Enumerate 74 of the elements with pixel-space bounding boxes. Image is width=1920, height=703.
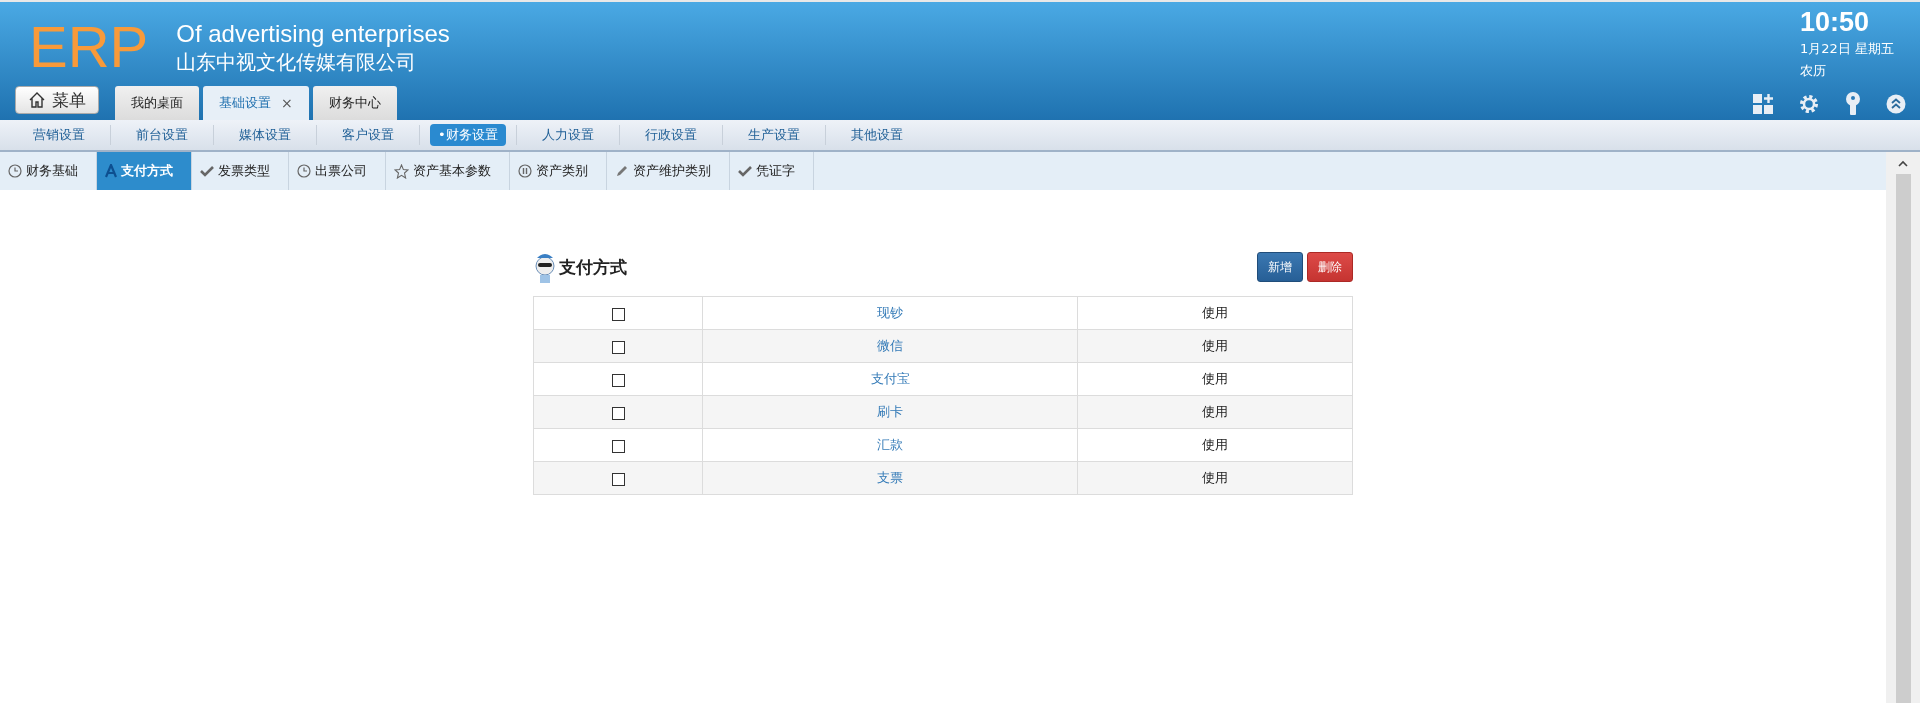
- home-icon: [28, 91, 46, 109]
- sub-nav-tab[interactable]: 支付方式: [97, 152, 192, 190]
- nav-item[interactable]: 生产设置: [734, 124, 813, 146]
- row-checkbox[interactable]: [611, 472, 625, 486]
- payment-name-link[interactable]: 支付宝: [870, 371, 910, 386]
- key-icon[interactable]: [1844, 92, 1862, 116]
- sub-nav-label: 资产维护类别: [633, 162, 711, 180]
- nav-item[interactable]: 行政设置: [631, 124, 710, 146]
- payment-name-link[interactable]: 汇款: [877, 437, 903, 452]
- sub-nav-label: 支付方式: [121, 162, 173, 180]
- page-tab[interactable]: 我的桌面: [115, 86, 199, 120]
- sub-nav-label: 财务基础: [26, 162, 78, 180]
- row-checkbox[interactable]: [611, 439, 625, 453]
- nav-item[interactable]: 前台设置: [123, 124, 201, 146]
- sub-nav-label: 出票公司: [315, 162, 367, 180]
- status-text: 使用: [1202, 371, 1228, 386]
- nav-item[interactable]: 人力设置: [528, 124, 607, 146]
- scrollbar[interactable]: [1886, 152, 1920, 703]
- payment-name-link[interactable]: 支票: [877, 470, 903, 485]
- tab-label: 我的桌面: [131, 94, 183, 112]
- payment-name-link[interactable]: 现钞: [877, 305, 903, 320]
- status-text: 使用: [1202, 470, 1228, 485]
- status-text: 使用: [1202, 338, 1228, 353]
- collapse-icon[interactable]: [1886, 94, 1906, 114]
- app-title: Of advertising enterprises: [176, 19, 450, 49]
- logo-text: ERP: [29, 16, 149, 78]
- sub-nav-tab[interactable]: 资产基本参数: [386, 152, 510, 190]
- check-icon: [200, 165, 214, 177]
- status-text: 使用: [1202, 404, 1228, 419]
- tab-label: 基础设置: [219, 94, 271, 112]
- sub-nav-label: 资产类别: [536, 162, 588, 180]
- payment-name-link[interactable]: 刷卡: [877, 404, 903, 419]
- sub-nav-tab[interactable]: 出票公司: [289, 152, 386, 190]
- page-tab[interactable]: 基础设置 ×: [203, 86, 309, 120]
- nav-item[interactable]: 客户设置: [329, 124, 407, 146]
- clock-icon: [8, 164, 22, 178]
- row-checkbox[interactable]: [611, 307, 625, 321]
- settings-icon[interactable]: [1798, 93, 1820, 115]
- pause-icon: [518, 164, 532, 178]
- pencil-icon: [615, 164, 629, 178]
- star-icon: [394, 163, 409, 179]
- row-checkbox[interactable]: [611, 373, 625, 387]
- scroll-up-icon[interactable]: [1898, 160, 1908, 168]
- nav-item[interactable]: 营销设置: [20, 124, 98, 146]
- clock-date: 1月22日 星期五: [1800, 40, 1895, 58]
- page-tab[interactable]: 财务中心: [312, 86, 397, 120]
- sub-nav-tab[interactable]: 资产维护类别: [607, 152, 730, 190]
- check-icon: [738, 165, 752, 177]
- close-icon[interactable]: ×: [281, 95, 293, 111]
- row-checkbox[interactable]: [611, 340, 625, 354]
- nav-item[interactable]: 其他设置: [837, 124, 916, 146]
- delete-button[interactable]: 删除: [1307, 252, 1353, 282]
- status-text: 使用: [1202, 437, 1228, 452]
- row-checkbox[interactable]: [611, 406, 625, 420]
- sub-nav-label: 资产基本参数: [413, 162, 491, 180]
- sub-nav-label: 凭证字: [756, 162, 795, 180]
- letter-icon: [105, 164, 117, 178]
- panel-title: 支付方式: [559, 255, 627, 279]
- sub-nav-tab[interactable]: 凭证字: [730, 152, 814, 190]
- nav-item[interactable]: •财务设置: [430, 124, 506, 146]
- sub-nav-tab[interactable]: 资产类别: [510, 152, 607, 190]
- menu-button[interactable]: 菜单: [15, 86, 99, 114]
- lunar-date: 农历: [1800, 62, 1827, 80]
- payment-name-link[interactable]: 微信: [877, 338, 903, 353]
- tab-label: 财务中心: [328, 94, 381, 112]
- nav-item[interactable]: 媒体设置: [226, 124, 304, 146]
- add-button[interactable]: 新增: [1257, 252, 1303, 282]
- sub-nav-label: 发票类型: [218, 162, 270, 180]
- clock-icon: [297, 164, 311, 178]
- clock-time: 10:50: [1800, 6, 1871, 38]
- company-name: 山东中视文化传媒有限公司: [176, 49, 418, 75]
- add-widget-icon[interactable]: [1752, 93, 1774, 115]
- sub-nav-tab[interactable]: 发票类型: [192, 152, 289, 190]
- status-text: 使用: [1202, 305, 1228, 320]
